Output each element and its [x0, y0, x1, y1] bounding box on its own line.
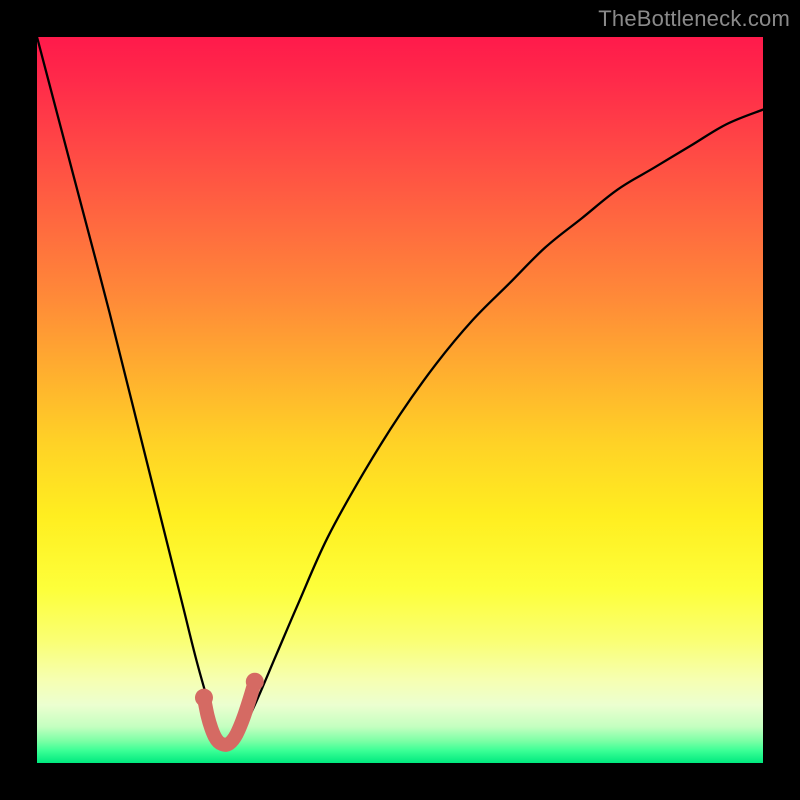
chart-frame: TheBottleneck.com: [0, 0, 800, 800]
curve-line: [37, 37, 763, 742]
valley-dot-left: [195, 689, 213, 707]
valley-dot-right: [246, 673, 264, 691]
plot-area: [37, 37, 763, 763]
watermark-text: TheBottleneck.com: [598, 6, 790, 32]
valley-marker: [204, 682, 255, 745]
bottleneck-curve: [37, 37, 763, 763]
